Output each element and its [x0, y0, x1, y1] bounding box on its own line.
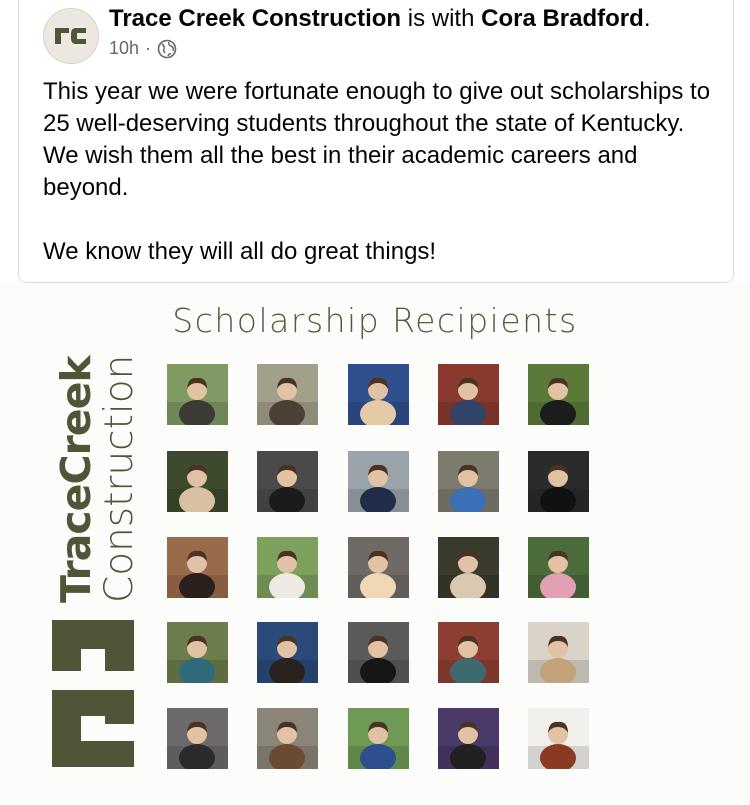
portrait-silhouette-icon — [257, 364, 318, 425]
recipient-photo-2 — [257, 364, 318, 425]
recipient-photo-21 — [167, 708, 228, 769]
recipient-photo-25 — [528, 708, 589, 769]
post-timestamp[interactable]: 10h — [109, 38, 139, 59]
portrait-silhouette-icon — [348, 537, 409, 598]
portrait-silhouette-icon — [257, 622, 318, 683]
portrait-silhouette-icon — [528, 451, 589, 512]
portrait-silhouette-icon — [348, 364, 409, 425]
recipient-photo-23 — [348, 708, 409, 769]
page-avatar[interactable] — [43, 8, 99, 64]
portrait-silhouette-icon — [257, 708, 318, 769]
portrait-silhouette-icon — [348, 622, 409, 683]
globe-icon[interactable] — [157, 39, 177, 59]
portrait-silhouette-icon — [528, 537, 589, 598]
recipient-photo-9 — [438, 451, 499, 512]
author-link[interactable]: Trace Creek Construction — [109, 5, 401, 32]
portrait-silhouette-icon — [167, 537, 228, 598]
meta-separator: · — [145, 38, 152, 58]
recipient-photo-7 — [257, 451, 318, 512]
recipient-photo-15 — [528, 537, 589, 598]
logo-line-2: Construction — [97, 354, 142, 603]
recipient-photo-4 — [438, 364, 499, 425]
recipient-photo-19 — [438, 622, 499, 683]
recipient-photo-6 — [167, 451, 228, 512]
portrait-silhouette-icon — [257, 537, 318, 598]
post-header: Trace Creek Construction is with Cora Br… — [109, 5, 651, 32]
logo-line-1: TraceCreek — [52, 356, 100, 603]
portrait-silhouette-icon — [438, 708, 499, 769]
recipient-photo-22 — [257, 708, 318, 769]
tagged-user-link[interactable]: Cora Bradford — [481, 5, 644, 32]
portrait-silhouette-icon — [438, 451, 499, 512]
portrait-silhouette-icon — [528, 622, 589, 683]
recipient-photo-1 — [167, 364, 228, 425]
with-text: is with — [407, 5, 475, 32]
post-body: This year we were fortunate enough to gi… — [43, 76, 713, 268]
recipient-photo-10 — [528, 451, 589, 512]
image-title: Scholarship Recipients — [172, 301, 578, 340]
post-card: Trace Creek Construction is with Cora Br… — [18, 0, 734, 283]
portrait-silhouette-icon — [528, 708, 589, 769]
recipient-photo-3 — [348, 364, 409, 425]
tc-monogram-icon — [55, 28, 86, 44]
post-image[interactable]: Scholarship Recipients TraceCreek Constr… — [0, 283, 750, 805]
portrait-silhouette-icon — [167, 708, 228, 769]
portrait-silhouette-icon — [257, 451, 318, 512]
portrait-silhouette-icon — [438, 537, 499, 598]
post-paragraph-2: We know they will all do great things! — [43, 238, 437, 265]
recipient-photo-24 — [438, 708, 499, 769]
portrait-silhouette-icon — [167, 622, 228, 683]
tc-logo-mark-icon — [52, 620, 134, 767]
portrait-silhouette-icon — [348, 708, 409, 769]
recipient-photo-12 — [257, 537, 318, 598]
portrait-silhouette-icon — [528, 364, 589, 425]
recipient-photo-18 — [348, 622, 409, 683]
recipient-photo-17 — [257, 622, 318, 683]
portrait-silhouette-icon — [167, 364, 228, 425]
recipient-photo-16 — [167, 622, 228, 683]
post-meta: 10h · — [109, 38, 177, 59]
portrait-silhouette-icon — [438, 622, 499, 683]
recipient-photo-13 — [348, 537, 409, 598]
recipient-photo-11 — [167, 537, 228, 598]
portrait-silhouette-icon — [438, 364, 499, 425]
recipient-photo-14 — [438, 537, 499, 598]
recipient-photo-8 — [348, 451, 409, 512]
recipient-photo-20 — [528, 622, 589, 683]
recipient-photo-5 — [528, 364, 589, 425]
post-paragraph-1: This year we were fortunate enough to gi… — [43, 78, 711, 201]
portrait-silhouette-icon — [348, 451, 409, 512]
portrait-silhouette-icon — [167, 451, 228, 512]
